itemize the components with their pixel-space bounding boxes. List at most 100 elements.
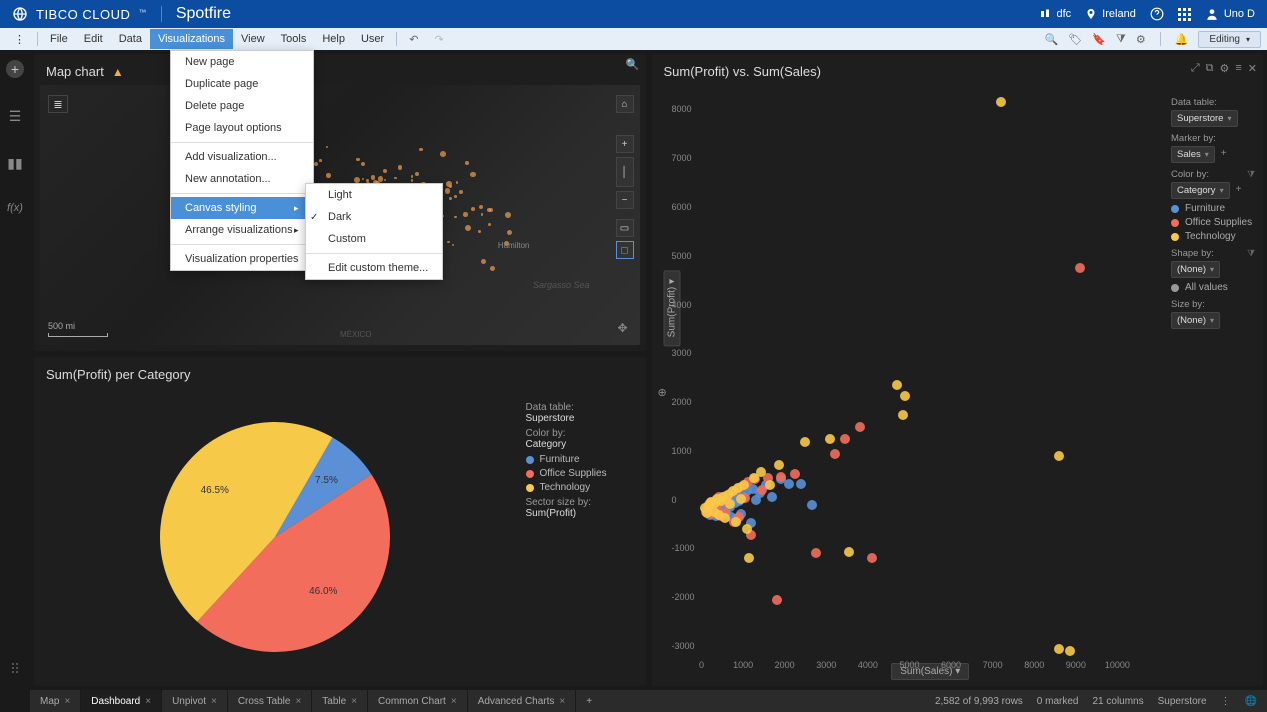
mode-badge[interactable]: Editing▾ <box>1198 31 1261 48</box>
scatter-legend-panel: Data table: Superstore Marker by: Sales … <box>1163 85 1263 686</box>
legend-item[interactable]: Furniture <box>1171 203 1255 214</box>
close-tab-icon[interactable]: × <box>64 696 70 707</box>
pie-panel: Sum(Profit) per Category 7.5%46.0%46.5% … <box>34 357 646 686</box>
close-tab-icon[interactable]: × <box>295 696 301 707</box>
menu-new-page[interactable]: New page <box>171 51 313 73</box>
bookmark-icon[interactable]: 🔖 <box>1092 33 1106 46</box>
tab-commonchart[interactable]: Common Chart× <box>368 690 468 712</box>
add-icon[interactable]: + <box>6 60 24 78</box>
markerby-add[interactable]: + <box>1221 148 1227 159</box>
menu-user[interactable]: User <box>353 29 392 49</box>
apps-icon[interactable] <box>1178 8 1191 21</box>
label-mexico: MÉXICO <box>340 330 372 339</box>
map-zoom-slider[interactable]: │ <box>616 157 634 187</box>
menu-add-visualization[interactable]: Add visualization... <box>171 146 313 168</box>
fx-icon[interactable]: f(x) <box>7 202 23 214</box>
y-axis-add[interactable]: ⊕ <box>658 386 667 399</box>
menu-help[interactable]: Help <box>314 29 353 49</box>
tab-crosstable[interactable]: Cross Table× <box>228 690 312 712</box>
pie-legend: Data table: Superstore Color by: Categor… <box>516 388 646 686</box>
menu-view[interactable]: View <box>233 29 273 49</box>
tab-advanced[interactable]: Advanced Charts× <box>468 690 577 712</box>
help-icon[interactable] <box>1150 7 1164 21</box>
legend-item[interactable]: Technology <box>1171 231 1255 242</box>
bars-icon[interactable]: ▮▮ <box>7 155 22 172</box>
menu-arrange-viz[interactable]: Arrange visualizations▸ <box>171 219 313 241</box>
map-zoom-in[interactable]: + <box>616 135 634 153</box>
tab-map[interactable]: Map× <box>30 690 81 712</box>
menu-viz-properties[interactable]: Visualization properties <box>171 248 313 270</box>
menu-duplicate-page[interactable]: Duplicate page <box>171 73 313 95</box>
tab-table[interactable]: Table× <box>312 690 368 712</box>
tab-unpivot[interactable]: Unpivot× <box>162 690 228 712</box>
menu-delete-page[interactable]: Delete page <box>171 95 313 117</box>
submenu-edit-theme[interactable]: Edit custom theme... <box>306 257 442 279</box>
redo-icon[interactable]: ↷ <box>426 29 451 50</box>
undo-icon[interactable]: ↶ <box>401 29 426 50</box>
close-tab-icon[interactable]: × <box>211 696 217 707</box>
org-selector[interactable]: dfc <box>1039 8 1071 20</box>
globe-icon[interactable]: 🌐 <box>1245 696 1257 707</box>
warning-icon[interactable]: ▲ <box>112 65 124 79</box>
pie-chart[interactable]: 7.5%46.0%46.5% <box>34 388 516 686</box>
close-tab-icon[interactable]: × <box>351 696 357 707</box>
collaborate-icon[interactable]: ⠿ <box>10 661 20 678</box>
menu-tools[interactable]: Tools <box>273 29 315 49</box>
map-drag-icon[interactable]: ✥ <box>618 321 634 337</box>
close-tab-icon[interactable]: × <box>145 696 151 707</box>
map-zoom-out[interactable]: − <box>616 191 634 209</box>
shapeby-selector[interactable]: (None) <box>1171 261 1220 278</box>
legend-item[interactable]: Office Supplies <box>526 468 636 479</box>
duplicate-viz-icon[interactable]: ⧉ <box>1206 62 1214 75</box>
list-icon[interactable]: ☰ <box>9 108 22 125</box>
viz-settings-icon[interactable]: ⚙ <box>1219 62 1229 75</box>
legend-item[interactable]: Furniture <box>526 454 636 465</box>
colorby-selector[interactable]: Category <box>1171 182 1230 199</box>
status-table[interactable]: Superstore <box>1158 696 1207 707</box>
map-home-icon[interactable]: ⌂ <box>616 95 634 113</box>
submenu-custom[interactable]: Custom <box>306 228 442 250</box>
viz-list-icon[interactable]: ≡ <box>1235 62 1241 75</box>
left-rail: + ☰ ▮▮ f(x) ⠿ <box>0 50 30 690</box>
map-scale: 500 mi <box>48 321 108 337</box>
colorby-add[interactable]: + <box>1236 184 1242 195</box>
tag-icon[interactable]: 🏷 <box>1068 33 1082 46</box>
menu-bar: ⋮ File Edit Data Visualizations View Too… <box>0 28 1267 50</box>
search-icon[interactable]: 🔍 <box>1045 33 1059 46</box>
notifications-icon[interactable]: 🔔 <box>1175 33 1189 46</box>
status-more-icon[interactable]: ⋮ <box>1221 696 1231 707</box>
colorby-filter-icon[interactable]: ⧩ <box>1247 169 1255 180</box>
menu-visualizations[interactable]: Visualizations <box>150 29 233 49</box>
menu-page-layout[interactable]: Page layout options <box>171 117 313 139</box>
map-search-icon[interactable]: 🔍 <box>626 58 640 71</box>
close-tab-icon[interactable]: × <box>559 696 565 707</box>
user-menu[interactable]: Uno D <box>1205 7 1255 21</box>
menu-canvas-styling[interactable]: Canvas styling▸ <box>171 197 313 219</box>
menu-edit[interactable]: Edit <box>76 29 111 49</box>
legend-item[interactable]: Technology <box>526 482 636 493</box>
fullscreen-icon[interactable]: ⤢ <box>1191 62 1200 75</box>
add-page-tab[interactable]: + <box>576 690 602 712</box>
svg-text:46.5%: 46.5% <box>200 485 228 496</box>
map-select-rect[interactable]: ▭ <box>616 219 634 237</box>
location-selector[interactable]: Ireland <box>1085 8 1136 20</box>
map-select-lasso[interactable]: ◻ <box>616 241 634 259</box>
filter-icon[interactable]: ⧩ <box>1116 33 1126 46</box>
legend-item[interactable]: Office Supplies <box>1171 217 1255 228</box>
datatable-selector[interactable]: Superstore <box>1171 110 1238 127</box>
shapeby-filter-icon[interactable]: ⧩ <box>1247 248 1255 259</box>
menu-data[interactable]: Data <box>111 29 150 49</box>
tab-dashboard[interactable]: Dashboard× <box>81 690 162 712</box>
scatter-plot[interactable]: Sum(Profit) ▾ Sum(Sales) ▾ -3000-2000-10… <box>702 95 1160 656</box>
menu-file[interactable]: File <box>42 29 76 49</box>
submenu-light[interactable]: Light <box>306 184 442 206</box>
menu-new-annotation[interactable]: New annotation... <box>171 168 313 190</box>
status-bar: 2,582 of 9,993 rows 0 marked 21 columns … <box>925 690 1267 712</box>
close-viz-icon[interactable]: ✕ <box>1248 62 1257 75</box>
close-tab-icon[interactable]: × <box>451 696 457 707</box>
settings-icon[interactable]: ⚙ <box>1136 33 1146 46</box>
sizeby-selector[interactable]: (None) <box>1171 312 1220 329</box>
markerby-selector[interactable]: Sales <box>1171 146 1215 163</box>
hamburger-menu[interactable]: ⋮ <box>6 29 33 50</box>
submenu-dark[interactable]: ✓Dark <box>306 206 442 228</box>
